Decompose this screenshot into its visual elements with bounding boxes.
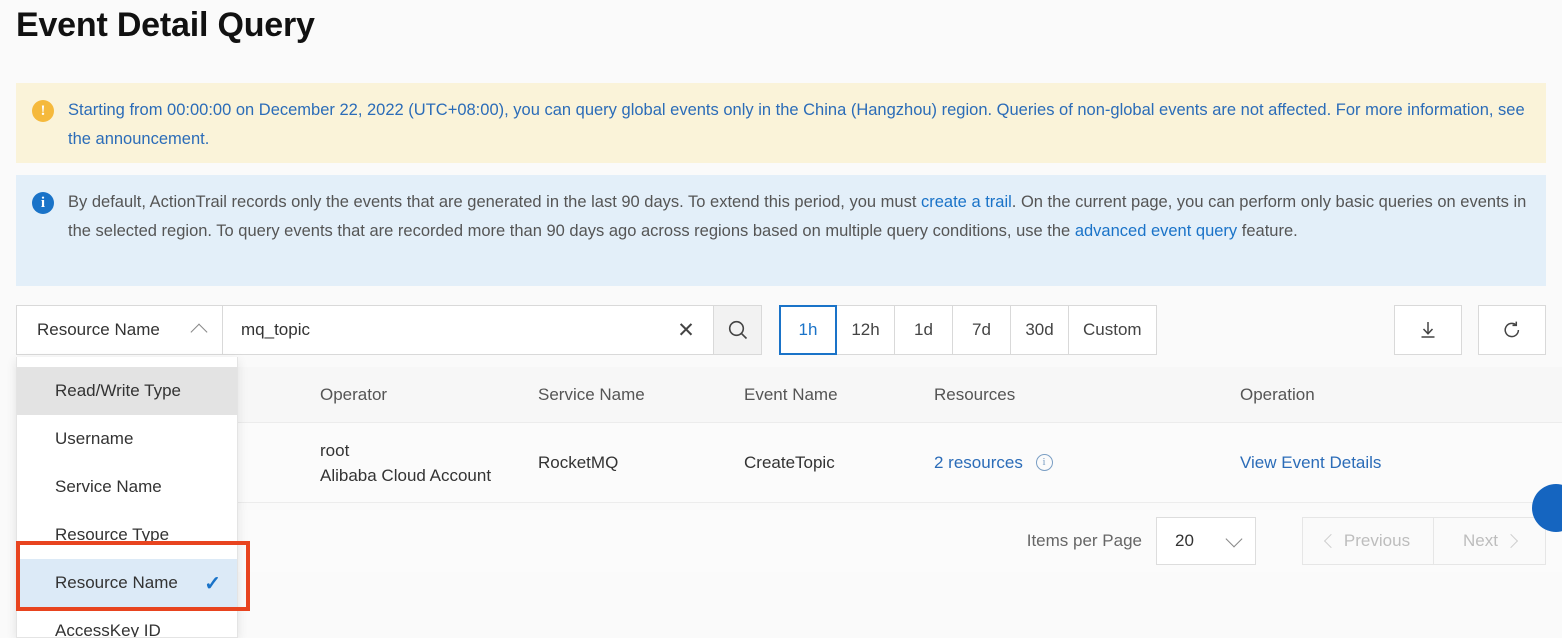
operator-name: root: [320, 440, 350, 460]
info-icon: i: [32, 192, 54, 214]
next-page-button[interactable]: Next: [1434, 517, 1546, 565]
previous-label: Previous: [1343, 531, 1411, 550]
cell-resources: 2 resources i: [934, 453, 1240, 473]
search-button[interactable]: [713, 306, 761, 354]
operator-account-type: Alibaba Cloud Account: [320, 465, 492, 485]
dropdown-item-username[interactable]: Username: [17, 415, 237, 463]
warning-icon: !: [32, 100, 54, 122]
resources-link[interactable]: 2 resources: [934, 453, 1023, 472]
table-row: root Alibaba Cloud Account RocketMQ Crea…: [238, 423, 1562, 503]
previous-page-button[interactable]: Previous: [1302, 517, 1434, 565]
info-banner: i By default, ActionTrail records only t…: [16, 175, 1546, 286]
create-trail-link[interactable]: create a trail: [921, 193, 1012, 211]
dropdown-item-label: Resource Type: [55, 525, 170, 544]
warning-text-part1: Starting from 00:00:00 on December 22, 2…: [68, 101, 1525, 148]
time-range-custom[interactable]: Custom: [1069, 305, 1157, 355]
search-input[interactable]: [239, 319, 667, 341]
warning-banner-text: Starting from 00:00:00 on December 22, 2…: [68, 96, 1532, 154]
items-per-page-label: Items per Page: [1026, 531, 1142, 550]
time-range-1d[interactable]: 1d: [895, 305, 953, 355]
dropdown-item-label: Resource Name: [55, 573, 178, 592]
dropdown-item-resource-type[interactable]: Resource Type: [17, 511, 237, 559]
advanced-event-query-link[interactable]: advanced event query: [1075, 222, 1237, 240]
filter-type-label: Resource Name: [37, 320, 160, 339]
query-toolbar: Resource Name ✕ 1h 12h 1d 7d 30d Custom: [16, 305, 1546, 355]
cell-service-name: RocketMQ: [538, 452, 619, 472]
info-text-part3: feature.: [1237, 222, 1298, 240]
download-icon: [1421, 322, 1435, 338]
items-per-page-value: 20: [1175, 531, 1194, 550]
cell-operator: root Alibaba Cloud Account: [238, 438, 538, 488]
announcement-link[interactable]: announcement: [96, 130, 205, 148]
time-range-1h[interactable]: 1h: [779, 305, 837, 355]
page-root: Event Detail Query ! Starting from 00:00…: [0, 0, 1562, 638]
chevron-left-icon: [1323, 533, 1338, 549]
column-header-resources: Resources: [934, 384, 1016, 404]
dropdown-item-label: Service Name: [55, 477, 162, 496]
chevron-down-icon: [1227, 533, 1243, 549]
pagination-bar: Items per Page 20 Previous Next: [238, 510, 1562, 572]
warning-text-part2: .: [204, 130, 210, 148]
info-text-part1: By default, ActionTrail records only the…: [68, 193, 921, 211]
check-icon: ✓: [204, 572, 221, 595]
time-range-30d[interactable]: 30d: [1011, 305, 1069, 355]
clear-icon[interactable]: ✕: [667, 311, 705, 349]
time-range-12h[interactable]: 12h: [837, 305, 895, 355]
cell-operation: View Event Details: [1240, 453, 1540, 473]
cell-event-name: CreateTopic: [744, 452, 835, 472]
refresh-button[interactable]: [1478, 305, 1546, 355]
column-header-service-name: Service Name: [538, 384, 645, 404]
dropdown-item-service-name[interactable]: Service Name: [17, 463, 237, 511]
chevron-up-icon: [192, 322, 208, 338]
table-header-row: Operator Service Name Event Name Resourc…: [238, 367, 1562, 423]
chevron-right-icon: [1503, 533, 1519, 549]
dropdown-item-label: Read/Write Type: [55, 381, 181, 400]
refresh-icon: [1504, 321, 1520, 338]
dropdown-item-accesskey-id[interactable]: AccessKey ID: [17, 607, 237, 638]
search-group: Resource Name ✕: [16, 305, 762, 355]
events-table: Operator Service Name Event Name Resourc…: [238, 367, 1562, 503]
dropdown-item-read-write-type[interactable]: Read/Write Type: [17, 367, 237, 415]
warning-banner: ! Starting from 00:00:00 on December 22,…: [16, 83, 1546, 163]
search-field: ✕: [223, 306, 713, 354]
view-event-details-link[interactable]: View Event Details: [1240, 453, 1381, 472]
time-range-7d[interactable]: 7d: [953, 305, 1011, 355]
dropdown-item-label: Username: [55, 429, 134, 448]
dropdown-item-label: AccessKey ID: [55, 621, 161, 638]
items-per-page-select[interactable]: 20: [1156, 517, 1256, 565]
filter-type-dropdown-menu: Read/Write Type Username Service Name Re…: [16, 357, 238, 638]
filter-type-dropdown[interactable]: Resource Name: [17, 306, 223, 354]
search-icon: [728, 320, 747, 340]
info-banner-text: By default, ActionTrail records only the…: [68, 188, 1532, 246]
next-label: Next: [1463, 531, 1498, 550]
column-header-event-name: Event Name: [744, 384, 838, 404]
column-header-operator: Operator: [320, 384, 388, 404]
toolbar-actions: [1394, 305, 1546, 355]
dropdown-item-resource-name[interactable]: Resource Name ✓: [17, 559, 237, 607]
info-circle-icon[interactable]: i: [1035, 453, 1053, 471]
download-button[interactable]: [1394, 305, 1462, 355]
time-range-group: 1h 12h 1d 7d 30d Custom: [779, 305, 1157, 355]
column-header-operation: Operation: [1240, 384, 1315, 404]
page-title: Event Detail Query: [16, 6, 315, 44]
